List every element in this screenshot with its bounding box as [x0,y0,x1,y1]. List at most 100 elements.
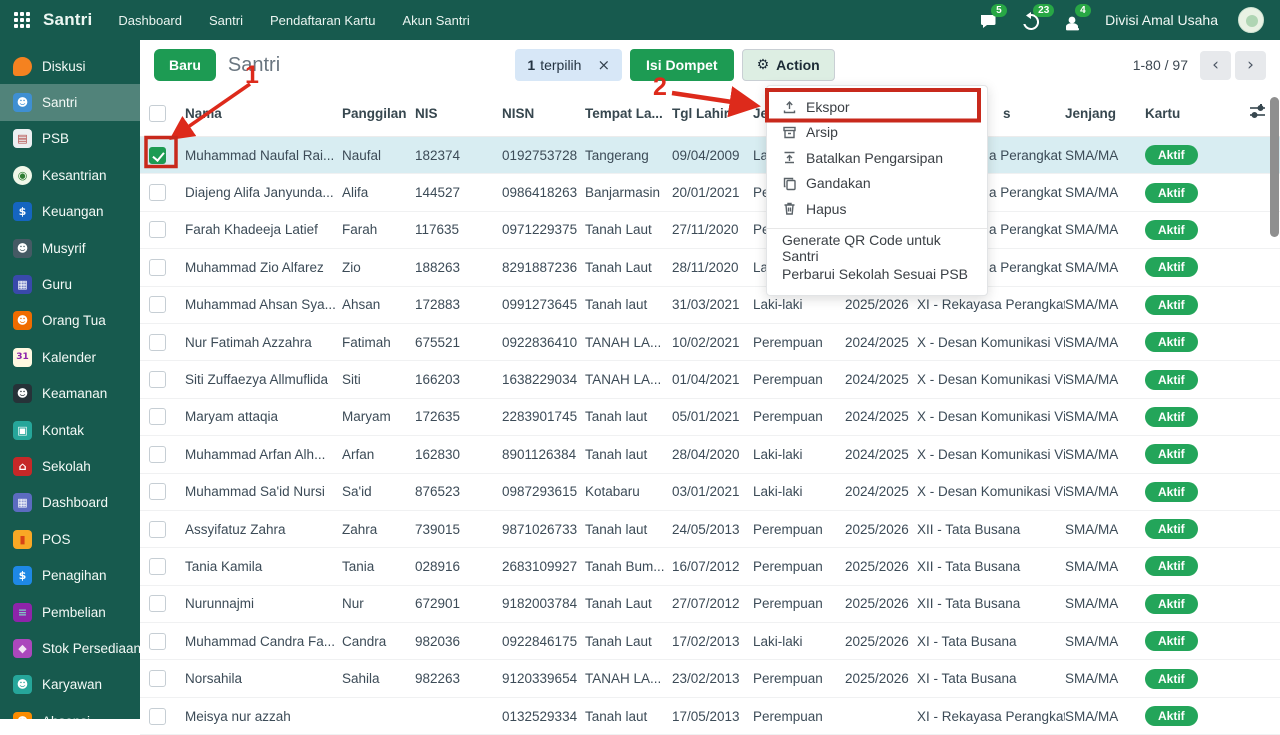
selected-chip[interactable]: 1 terpilih × [515,49,622,81]
row-checkbox[interactable] [149,147,166,164]
table-row[interactable]: NorsahilaSahila9822639120339654TANAH LA.… [140,660,1280,697]
row-checkbox[interactable] [149,334,166,351]
nav-menu-akun-santri[interactable]: Akun Santri [403,13,470,28]
sidebar-item-absensi[interactable]: ☻Absensi [0,703,140,719]
row-checkbox[interactable] [149,221,166,238]
col-tgl-lahir[interactable]: Tgl Lahir [672,106,753,121]
page-title: Santri [228,54,280,77]
menu-item-gandakan[interactable]: Gandakan [767,171,987,197]
sidebar-item-keamanan[interactable]: ☻Keamanan [0,376,140,412]
action-button[interactable]: ⚙ Action [742,49,835,81]
sidebar-item-musyrif[interactable]: ☻Musyrif [0,230,140,266]
vertical-scrollbar[interactable] [1270,97,1279,237]
row-checkbox[interactable] [149,371,166,388]
row-checkbox[interactable] [149,184,166,201]
table-row[interactable]: Farah Khadeeja LatiefFarah11763509712293… [140,212,1280,249]
menu-item-perbarui-sekolah-sesuai-psb[interactable]: Perbarui Sekolah Sesuai PSB [767,261,987,287]
nav-menu-dashboard[interactable]: Dashboard [118,13,182,28]
sidebar-item-label: Penagihan [42,568,107,583]
nav-menu-pendaftaran-kartu[interactable]: Pendaftaran Kartu [270,13,376,28]
sidebar-item-psb[interactable]: ▤PSB [0,121,140,157]
col-nama[interactable]: Nama [185,106,342,121]
col-tempat-lahir[interactable]: Tempat La... [585,106,672,121]
row-checkbox[interactable] [149,633,166,650]
table-row[interactable]: Assyifatuz ZahraZahra7390159871026733Tan… [140,511,1280,548]
table-row[interactable]: Diajeng Alifa Janyunda...Alifa1445270986… [140,174,1280,211]
menu-item-ekspor[interactable]: Ekspor [767,94,987,120]
next-page-button[interactable]: › [1235,51,1266,80]
row-checkbox[interactable] [149,595,166,612]
inbox-person-icon[interactable]: 4 [1063,9,1085,31]
status-badge: Aktif [1145,631,1198,651]
table-row[interactable]: Muhammad Arfan Alh...Arfan16283089011263… [140,436,1280,473]
row-checkbox[interactable] [149,670,166,687]
cell-panggilan: Farah [342,222,415,237]
sidebar-item-stok-persediaan[interactable]: ◆Stok Persediaan [0,630,140,666]
cell-nama: Meisya nur azzah [185,709,342,724]
col-jenjang[interactable]: Jenjang [1065,106,1145,121]
menu-item-batalkan-pengarsipan[interactable]: Batalkan Pengarsipan [767,145,987,171]
unarchive-icon [782,150,797,165]
cell-nis: 172635 [415,409,502,424]
sidebar-item-santri[interactable]: ☻Santri [0,84,140,120]
table-row[interactable]: Meisya nur azzah0132529334Tanah laut17/0… [140,698,1280,735]
sidebar-item-kesantrian[interactable]: ◉Kesantrian [0,157,140,193]
pagination: 1-80 / 97 ‹ › [1133,51,1266,80]
table-row[interactable]: Muhammad Naufal Rai...Naufal182374019275… [140,137,1280,174]
row-checkbox[interactable] [149,521,166,538]
sidebar-item-dashboard[interactable]: ▦Dashboard [0,485,140,521]
apps-grid-icon[interactable] [14,12,30,28]
sidebar-item-karyawan[interactable]: ☻Karyawan [0,667,140,703]
table-row[interactable]: Siti Zuffaezya AllmuflidaSiti16620316382… [140,361,1280,398]
clear-selection-icon[interactable]: × [597,56,610,74]
row-checkbox[interactable] [149,483,166,500]
row-checkbox[interactable] [149,446,166,463]
row-checkbox[interactable] [149,296,166,313]
row-checkbox[interactable] [149,408,166,425]
new-button[interactable]: Baru [154,49,216,81]
isi-dompet-button[interactable]: Isi Dompet [630,49,734,81]
user-menu[interactable]: Divisi Amal Usaha [1105,12,1218,28]
cell-nis: 117635 [415,222,502,237]
col-nis[interactable]: NIS [415,106,502,121]
table-row[interactable]: NurunnajmiNur6729019182003784Tanah Laut2… [140,586,1280,623]
table-row[interactable]: Maryam attaqiaMaryam1726352283901745Tana… [140,399,1280,436]
chat-icon[interactable]: 5 [979,9,1001,31]
nav-menu-santri[interactable]: Santri [209,13,243,28]
status-badge: Aktif [1145,145,1198,165]
cell-nis: 028916 [415,559,502,574]
sidebar-item-guru[interactable]: ▦Guru [0,266,140,302]
sidebar-item-keuangan[interactable]: $Keuangan [0,194,140,230]
sidebar-item-pembelian[interactable]: ≡Pembelian [0,594,140,630]
row-checkbox[interactable] [149,558,166,575]
sidebar-item-pos[interactable]: ▮POS [0,521,140,557]
table-row[interactable]: Tania KamilaTania0289162683109927Tanah B… [140,548,1280,585]
row-checkbox[interactable] [149,708,166,725]
menu-item-hapus[interactable]: Hapus [767,196,987,222]
row-checkbox[interactable] [149,259,166,276]
avatar[interactable] [1238,7,1264,33]
sidebar-item-penagihan[interactable]: $Penagihan [0,557,140,593]
sidebar-item-diskusi[interactable]: Diskusi [0,48,140,84]
col-kartu[interactable]: Kartu [1145,106,1223,121]
sidebar-item-kalender[interactable]: 31Kalender [0,339,140,375]
menu-item-generate-qr-code-untuk-santri[interactable]: Generate QR Code untuk Santri [767,235,987,261]
cell-panggilan: Zahra [342,522,415,537]
table-row[interactable]: Muhammad Sa'id NursiSa'id876523098729361… [140,474,1280,511]
col-nisn[interactable]: NISN [502,106,585,121]
history-icon[interactable]: 23 [1021,9,1043,31]
col-panggilan[interactable]: Panggilan [342,106,415,121]
table-row[interactable]: Muhammad Candra Fa...Candra9820360922846… [140,623,1280,660]
cell-jenis-kelamin: Perempuan [753,596,845,611]
sidebar-item-kontak[interactable]: ▣Kontak [0,412,140,448]
column-settings-icon[interactable] [1249,104,1266,122]
select-all-checkbox[interactable] [149,105,166,122]
table-row[interactable]: Muhammad Zio AlfarezZio1882638291887236T… [140,249,1280,286]
prev-page-button[interactable]: ‹ [1200,51,1231,80]
sidebar-item-orang-tua[interactable]: ☻Orang Tua [0,303,140,339]
sidebar-item-sekolah[interactable]: ⌂Sekolah [0,448,140,484]
table-row[interactable]: Muhammad Ahsan Sya...Ahsan17288309912736… [140,287,1280,324]
menu-item-arsip[interactable]: Arsip [767,120,987,146]
table-row[interactable]: Nur Fatimah AzzahraFatimah67552109228364… [140,324,1280,361]
sidebar-item-label: Kalender [42,350,96,365]
